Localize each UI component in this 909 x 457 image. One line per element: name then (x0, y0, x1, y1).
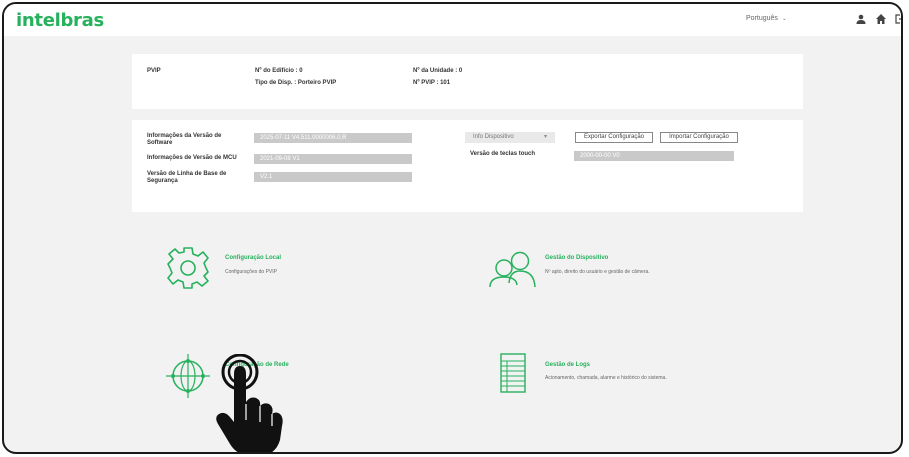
device-info-card (132, 54, 803, 109)
info-device-select[interactable]: Info Dispositivo ▾ (465, 132, 555, 143)
chevron-down-icon: ⌄ (781, 16, 787, 22)
touch-version-label: Versão de teclas touch (470, 151, 536, 157)
chevron-down-icon: ▾ (543, 134, 547, 140)
building-number: Nº do Edifício : 0 (255, 68, 303, 74)
log-mgmt-desc: Acionamento, chamada, alarme e histórico… (545, 375, 667, 381)
users-icon[interactable] (488, 249, 538, 289)
security-version-field: V2.1 (254, 172, 412, 182)
gear-icon[interactable] (164, 244, 212, 292)
import-config-button[interactable]: Importar Configuração (660, 132, 738, 143)
pvip-number: Nº PVIP : 101 (413, 80, 451, 86)
touch-version-field: 2000-00-00 V0 (574, 151, 734, 161)
device-mgmt-desc: Nº apto, direito do usuário e gestão de … (545, 269, 650, 275)
unit-number: Nº da Unidade : 0 (413, 68, 463, 74)
network-globe-icon[interactable] (164, 352, 212, 400)
device-type: Tipo de Disp. : Porteiro PVIP (255, 80, 337, 86)
intelbras-logo: intelbras (16, 10, 104, 31)
app-window: intelbras Português ⌄ PVIP Nº do Edifício… (2, 2, 903, 454)
logout-icon[interactable] (894, 13, 903, 25)
device-type-label: PVIP (147, 68, 161, 74)
language-select[interactable]: Português ⌄ (746, 15, 787, 22)
security-version-label: Versão de Linha de Base de Segurança (147, 171, 227, 184)
software-version-field: 2025-07-11 V4.511.0000006.0.R (254, 133, 412, 143)
device-mgmt-title[interactable]: Gestão do Dispositivo (545, 255, 608, 261)
local-config-desc: Configurações do PVIP (225, 269, 277, 275)
user-icon[interactable] (855, 13, 867, 25)
log-mgmt-title[interactable]: Gestão de Logs (545, 362, 590, 368)
tap-hand-icon (216, 354, 283, 452)
mcu-version-label: Informações de Versão de MCU (147, 155, 237, 161)
top-bar: intelbras Português ⌄ (4, 4, 901, 36)
log-list-icon[interactable] (500, 353, 526, 393)
mcu-version-field: 2021-09-08 V1 (254, 154, 412, 164)
local-config-title[interactable]: Configuração Local (225, 255, 281, 261)
language-label: Português (746, 15, 778, 22)
software-version-label: Informações da Versão de Software (147, 133, 222, 146)
home-icon[interactable] (875, 13, 887, 25)
info-select-value: Info Dispositivo (473, 134, 514, 140)
export-config-button[interactable]: Exportar Configuração (575, 132, 653, 143)
